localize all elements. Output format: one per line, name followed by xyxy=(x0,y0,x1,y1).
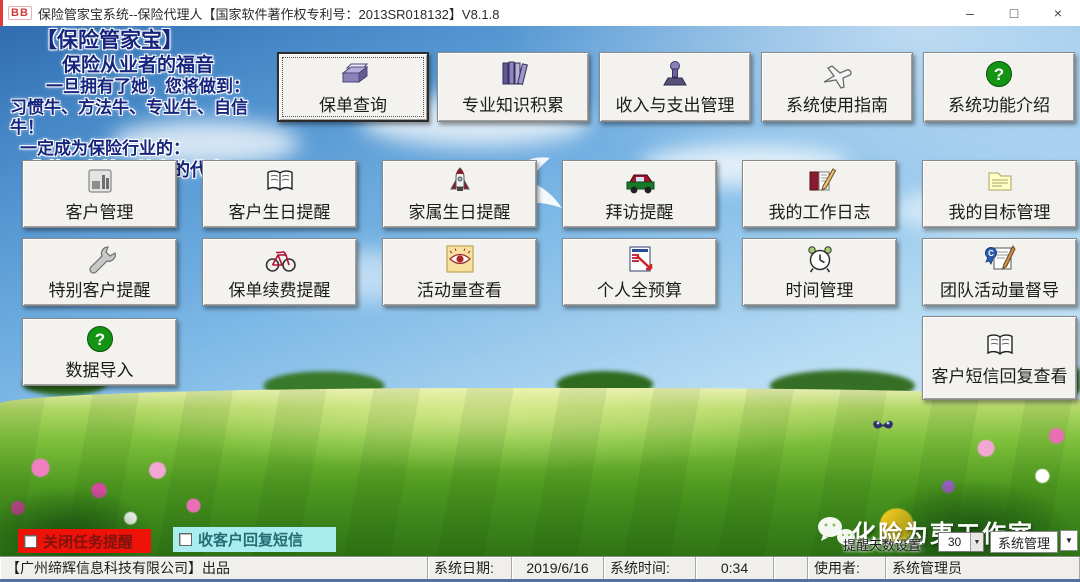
button-label: 数据导入 xyxy=(66,356,134,381)
time-mgmt-button[interactable]: 时间管理 xyxy=(742,238,897,306)
sms-reply-view-button[interactable]: 客户短信回复查看 xyxy=(922,316,1077,400)
system-time-value: 0:34 xyxy=(696,557,774,579)
airplane-icon xyxy=(819,58,855,90)
svg-text:?: ? xyxy=(994,65,1004,84)
promo-line: 习惯牛、方法牛、专业牛、自信牛！ xyxy=(10,98,280,139)
visit-reminder-button[interactable]: 拜访提醒 xyxy=(562,160,717,228)
folder-icon xyxy=(982,165,1018,197)
income-expense-button[interactable]: 收入与支出管理 xyxy=(599,52,751,122)
user-guide-button[interactable]: 系统使用指南 xyxy=(761,52,913,122)
button-label: 拜访提醒 xyxy=(606,198,674,223)
work-journal-button[interactable]: 我的工作日志 xyxy=(742,160,897,228)
open-book-icon xyxy=(982,329,1018,361)
button-label: 个人全预算 xyxy=(597,276,682,301)
company-credit: 【广州缔辉信息科技有限公司】出品 xyxy=(0,557,428,579)
family-birthday-button[interactable]: 家属生日提醒 xyxy=(382,160,537,228)
button-label: 我的工作日志 xyxy=(769,198,871,223)
alarm-clock-icon xyxy=(802,243,838,275)
reminder-days-spinner[interactable]: 30 ▼ xyxy=(938,532,984,552)
features-intro-button[interactable]: ? 系统功能介绍 xyxy=(923,52,1075,122)
wrench-icon xyxy=(82,243,118,275)
button-label: 我的目标管理 xyxy=(949,198,1051,223)
green-question-icon: ? xyxy=(981,58,1017,90)
eye-icon xyxy=(442,243,478,275)
promo-text: 【保险管家宝】 保险从业者的福音 一旦拥有了她，您将做到： 习惯牛、方法牛、专业… xyxy=(8,28,280,182)
button-label: 专业知识积累 xyxy=(462,91,564,116)
data-import-button[interactable]: ? 数据导入 xyxy=(22,318,177,386)
svg-text:?: ? xyxy=(94,330,104,349)
button-label: 保单续费提醒 xyxy=(229,276,331,301)
button-label: 活动量查看 xyxy=(417,276,502,301)
bicycle-icon xyxy=(262,243,298,275)
promo-line: 一定成为保险行业的： xyxy=(20,139,280,160)
promo-line: 一旦拥有了她，您将做到： xyxy=(46,77,280,98)
stamp-icon xyxy=(657,58,693,90)
button-label: 团队活动量督导 xyxy=(940,276,1059,301)
system-mgmt-button[interactable]: 系统管理 xyxy=(990,531,1058,553)
rocket-icon xyxy=(442,165,478,197)
user-value: 系统管理员 xyxy=(886,557,1080,579)
button-label: 客户短信回复查看 xyxy=(932,362,1068,387)
system-mgmt-dropdown-icon[interactable]: ▼ xyxy=(1060,530,1078,551)
system-time-label: 系统时间: xyxy=(604,557,696,579)
customer-birthday-button[interactable]: 客户生日提醒 xyxy=(202,160,357,228)
minimize-button[interactable]: – xyxy=(948,5,992,21)
factory-icon xyxy=(82,165,118,197)
user-label: 使用者: xyxy=(808,557,886,579)
journal-pen-icon xyxy=(802,165,838,197)
checkbox-label: 关闭任务提醒 xyxy=(43,531,133,552)
button-label: 系统使用指南 xyxy=(786,91,888,116)
statusbar-spacer xyxy=(774,557,808,579)
button-label: 保单查询 xyxy=(319,91,387,116)
personal-budget-button[interactable]: 个人全预算 xyxy=(562,238,717,306)
policy-query-button[interactable]: 保单查询 xyxy=(277,52,429,122)
button-label: 家属生日提醒 xyxy=(409,198,511,223)
receive-reply-sms-checkbox[interactable]: 收客户回复短信 xyxy=(173,527,336,552)
goal-mgmt-button[interactable]: 我的目标管理 xyxy=(922,160,1077,228)
svg-text:C: C xyxy=(988,249,994,258)
budget-icon xyxy=(622,243,658,275)
reminder-days-value: 30 xyxy=(939,535,970,549)
promo-line: 【保险管家宝】 xyxy=(36,28,280,54)
app-logo: BB xyxy=(8,6,32,20)
spinner-down-icon[interactable]: ▼ xyxy=(970,533,983,551)
printer-icon xyxy=(335,58,371,90)
renewal-reminder-button[interactable]: 保单续费提醒 xyxy=(202,238,357,306)
knowledge-button[interactable]: 专业知识积累 xyxy=(437,52,589,122)
promo-line: 保险从业者的福音 xyxy=(62,54,280,77)
open-book-icon xyxy=(262,165,298,197)
button-label: 客户生日提醒 xyxy=(229,198,331,223)
close-task-reminder-checkbox[interactable]: 关闭任务提醒 xyxy=(18,529,151,553)
butterfly-icon xyxy=(872,416,894,439)
activity-view-button[interactable]: 活动量查看 xyxy=(382,238,537,306)
green-question-icon: ? xyxy=(82,323,118,355)
maximize-button[interactable]: □ xyxy=(992,5,1036,21)
checkbox-box[interactable] xyxy=(24,535,37,548)
books-icon xyxy=(495,58,531,90)
app-window: BB 保险管家宝系统--保险代理人【国家软件著作权专利号：2013SR01813… xyxy=(0,0,1080,582)
status-bar: 【广州缔辉信息科技有限公司】出品 系统日期: 2019/6/16 系统时间: 0… xyxy=(0,556,1080,582)
window-title: 保险管家宝系统--保险代理人【国家软件著作权专利号：2013SR018132】V… xyxy=(38,4,500,23)
button-label: 客户管理 xyxy=(66,198,134,223)
checkbox-label: 收客户回复短信 xyxy=(198,529,303,550)
supervision-icon: C xyxy=(982,243,1018,275)
button-label: 特别客户提醒 xyxy=(49,276,151,301)
system-date-value: 2019/6/16 xyxy=(512,557,604,579)
customer-mgmt-button[interactable]: 客户管理 xyxy=(22,160,177,228)
button-label: 收入与支出管理 xyxy=(616,91,735,116)
button-label: 系统功能介绍 xyxy=(948,91,1050,116)
car-icon xyxy=(622,165,658,197)
special-customer-button[interactable]: 特别客户提醒 xyxy=(22,238,177,306)
reminder-days-label: 提醒天数设置: xyxy=(843,535,925,554)
window-controls: – □ × xyxy=(948,5,1080,21)
close-button[interactable]: × xyxy=(1036,5,1080,21)
title-bar: BB 保险管家宝系统--保险代理人【国家软件著作权专利号：2013SR01813… xyxy=(0,0,1080,26)
team-supervision-button[interactable]: C 团队活动量督导 xyxy=(922,238,1077,306)
system-date-label: 系统日期: xyxy=(428,557,512,579)
button-label: 时间管理 xyxy=(786,276,854,301)
checkbox-box[interactable] xyxy=(179,533,192,546)
